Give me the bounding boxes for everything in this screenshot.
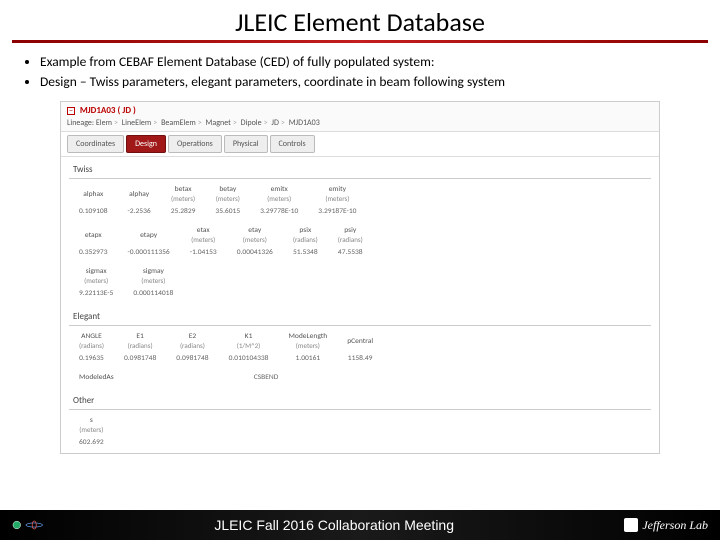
lineage-item[interactable]: Magnet [206,118,231,128]
cell: 0.000114018 [123,287,183,300]
twiss-section: Twiss alphax alphay betax(meters) betay(… [61,157,659,304]
cell: CSBEND [244,371,289,384]
cell: 0.0981748 [166,352,218,365]
section-heading: Elegant [69,308,651,326]
cell: 1.00161 [278,352,337,365]
cell: 3.29778E-10 [250,205,308,218]
footer-meeting: JLEIC Fall 2016 Collaboration Meeting [44,517,624,533]
title-divider [12,40,708,43]
cell: -1.04153 [180,246,227,259]
cell: 0.19635 [69,352,114,365]
lineage-item[interactable]: BeamElem [161,118,196,128]
col-header: alphax [69,183,118,205]
cell: 0.109108 [69,205,118,218]
col-header: etapx [69,224,118,246]
tab-design[interactable]: Design [126,135,166,153]
cell: 47.5538 [328,246,373,259]
col-header: betay(meters) [205,183,250,205]
twiss-table-1: alphax alphay betax(meters) betay(meters… [69,183,366,218]
cell: 0.352973 [69,246,118,259]
other-section: Other s(meters) 602.692 [61,388,659,453]
lineage-item[interactable]: JD [271,118,278,128]
tab-coordinates[interactable]: Coordinates [67,135,124,153]
lineage-label: Lineage: [67,118,94,128]
cell: -0.000111356 [118,246,180,259]
cell: 25.2829 [161,205,206,218]
col-header: emity(meters) [308,183,366,205]
doe-seal-icon [12,516,44,534]
cell: 51.5348 [283,246,328,259]
other-table: s(meters) 602.692 [69,414,114,449]
col-header: etapy [118,224,180,246]
col-header: E1(radians) [114,330,166,352]
cell: -2.2536 [118,205,161,218]
tab-controls[interactable]: Controls [270,135,315,153]
lineage-item[interactable]: Dipole [241,118,262,128]
tab-operations[interactable]: Operations [168,135,222,153]
col-header: ModeLength(meters) [278,330,337,352]
jlab-mark-icon [624,518,638,532]
cell: 1158.49 [337,352,383,365]
bullet-list: Example from CEBAF Element Database (CED… [0,49,720,101]
cell: 9.22113E-5 [69,287,123,300]
twiss-table-2: etapx etapy etax(meters) etay(meters) ps… [69,224,373,259]
lineage-item[interactable]: LineElem [122,118,152,128]
col-header: alphay [118,183,161,205]
tab-bar: Coordinates Design Operations Physical C… [61,132,659,157]
col-header: pCentral [337,330,383,352]
elegant-section: Elegant ANGLE(radians) E1(radians) E2(ra… [61,304,659,388]
cell: 0.010104338 [219,352,279,365]
col-header: K1(1/M^2) [219,330,279,352]
cell: 602.692 [69,436,114,449]
section-heading: Twiss [69,161,651,179]
bullet-item: Design – Twiss parameters, elegant param… [40,73,696,90]
section-heading: Other [69,392,651,410]
col-header: ModeledAs [69,371,124,384]
collapse-icon[interactable]: − [67,107,75,115]
cell: 35.6015 [205,205,250,218]
elegant-table-1: ANGLE(radians) E1(radians) E2(radians) K… [69,330,383,365]
header-row: − MJD1A03 ( JD ) Lineage: Elem> LineElem… [61,102,659,132]
col-header: s(meters) [69,414,114,436]
database-panel: − MJD1A03 ( JD ) Lineage: Elem> LineElem… [60,101,660,454]
col-header: ANGLE(radians) [69,330,114,352]
bullet-item: Example from CEBAF Element Database (CED… [40,53,696,70]
twiss-table-3: sigmax(meters) sigmay(meters) 9.22113E-5… [69,265,183,300]
col-header: psiy(radians) [328,224,373,246]
page-title: JLEIC Element Database [0,0,720,40]
breadcrumb: Lineage: Elem> LineElem> BeamElem> Magne… [67,118,653,128]
col-header: emitx(meters) [250,183,308,205]
col-header: sigmay(meters) [123,265,183,287]
col-header: E2(radians) [166,330,218,352]
col-header: etax(meters) [180,224,227,246]
lab-name: Jefferson Lab [642,518,708,533]
lineage-item[interactable]: Elem [96,118,112,128]
cell: 0.00041326 [227,246,283,259]
elegant-table-2: ModeledAs CSBEND [69,371,288,384]
tab-physical[interactable]: Physical [224,135,268,153]
col-header: sigmax(meters) [69,265,123,287]
cell: 0.0981748 [114,352,166,365]
col-header: betax(meters) [161,183,206,205]
lineage-item[interactable]: MJD1A03 [289,118,320,128]
lab-logo: Jefferson Lab [624,518,708,533]
footer: JLEIC Fall 2016 Collaboration Meeting Je… [0,510,720,540]
col-header: psix(radians) [283,224,328,246]
element-name: MJD1A03 ( JD ) [80,105,136,116]
col-header: etay(meters) [227,224,283,246]
cell: 3.29187E-10 [308,205,366,218]
